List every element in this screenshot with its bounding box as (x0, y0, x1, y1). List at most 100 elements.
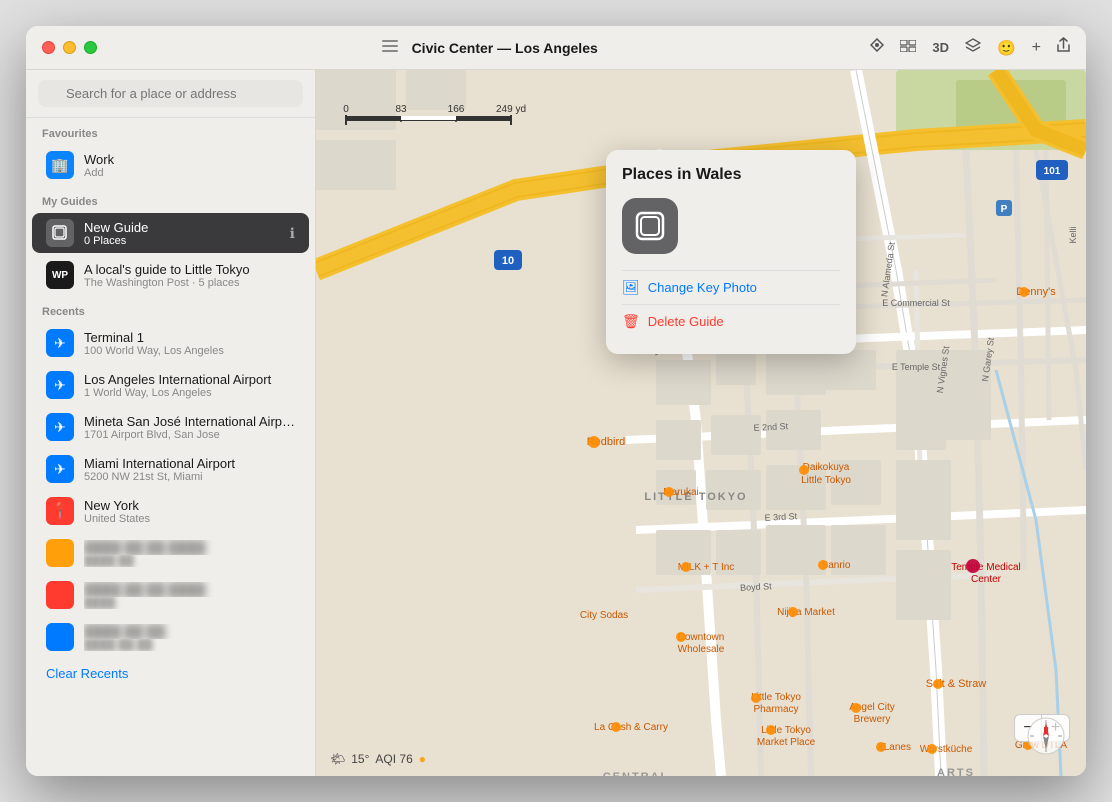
toolbar-actions: 3D 🙂 + (870, 37, 1070, 58)
svg-text:Daikokuya: Daikokuya (803, 462, 850, 473)
svg-text:E Commercial St: E Commercial St (882, 298, 950, 308)
sidebar-item-blurred-3[interactable]: ████ ██ ██ ████ ██ ██ (32, 617, 309, 657)
svg-text:La Cash & Carry: La Cash & Carry (594, 722, 668, 733)
sidebar-item-sjc[interactable]: ✈ Mineta San José International Airp… 17… (32, 407, 309, 447)
maximize-button[interactable] (84, 41, 97, 54)
sidebar-item-mia[interactable]: ✈ Miami International Airport 5200 NW 21… (32, 449, 309, 489)
svg-text:Brewery: Brewery (854, 714, 891, 725)
sidebar-item-blurred-1[interactable]: ████ ██ ██ ████ ████ ██ (32, 533, 309, 573)
sidebar-item-blurred-2[interactable]: ████ ██ ██ ████ ████ (32, 575, 309, 615)
sidebar-item-terminal1[interactable]: ✈ Terminal 1 100 World Way, Los Angeles (32, 323, 309, 363)
lax-title: Los Angeles International Airport (84, 372, 295, 387)
sidebar-toggle-icon[interactable] (382, 39, 398, 57)
map-view-button[interactable] (900, 39, 916, 57)
svg-text:Kelli: Kelli (1068, 226, 1078, 243)
svg-text:Temple Medical: Temple Medical (951, 562, 1020, 573)
lax-text: Los Angeles International Airport 1 Worl… (84, 372, 295, 399)
weather-bar: 🌤 15° AQI 76 ● (330, 752, 426, 766)
places-popup: Places in Wales 🖼 Change Key Photo 🗑 (606, 150, 856, 354)
app-window: Civic Center — Los Angeles 3D 🙂 + (26, 26, 1086, 776)
newyork-text: New York United States (84, 498, 295, 525)
recents-label: Recents (26, 296, 315, 322)
blurred3-title: ████ ██ ██ (84, 624, 295, 639)
sjc-title: Mineta San José International Airp… (84, 414, 295, 429)
svg-text:83: 83 (395, 104, 407, 115)
blurred2-text: ████ ██ ██ ████ ████ (84, 582, 295, 609)
blurred3-sub: ████ ██ ██ (84, 639, 295, 651)
svg-text:Wholesale: Wholesale (678, 644, 725, 655)
sjc-sub: 1701 Airport Blvd, San Jose (84, 429, 295, 441)
svg-text:CENTRAL: CENTRAL (603, 771, 670, 776)
svg-text:E 2nd St: E 2nd St (753, 421, 788, 433)
work-text: Work Add (84, 152, 295, 179)
sidebar-item-new-guide[interactable]: New Guide 0 Places ℹ (32, 213, 309, 253)
add-button[interactable]: + (1032, 39, 1041, 57)
sjc-text: Mineta San José International Airp… 1701… (84, 414, 295, 441)
my-guides-label: My Guides (26, 186, 315, 212)
svg-text:0: 0 (343, 104, 349, 115)
svg-text:Boyd St: Boyd St (740, 581, 772, 593)
sidebar-item-newyork[interactable]: 📍 New York United States (32, 491, 309, 531)
work-sub: Add (84, 167, 295, 179)
newyork-sub: United States (84, 513, 295, 525)
terminal1-sub: 100 World Way, Los Angeles (84, 345, 295, 357)
mia-sub: 5200 NW 21st St, Miami (84, 471, 295, 483)
washington-post-icon: WP (46, 261, 74, 289)
blurred3-icon (46, 623, 74, 651)
svg-text:101: 101 (1044, 166, 1061, 177)
close-button[interactable] (42, 41, 55, 54)
terminal1-title: Terminal 1 (84, 330, 295, 345)
new-guide-icon (46, 219, 74, 247)
svg-text:P: P (1001, 204, 1008, 215)
location-button[interactable] (870, 38, 884, 57)
popup-icon-area (622, 198, 840, 254)
svg-text:Nijiya Market: Nijiya Market (777, 607, 835, 618)
clear-recents-button[interactable]: Clear Recents (26, 658, 315, 689)
svg-text:Pharmacy: Pharmacy (753, 704, 798, 715)
photo-icon: 🖼 (622, 279, 640, 296)
favourites-label: Favourites (26, 118, 315, 144)
emoji-button[interactable]: 🙂 (997, 39, 1016, 57)
sidebar-item-little-tokyo[interactable]: WP A local's guide to Little Tokyo The W… (32, 255, 309, 295)
delete-guide-button[interactable]: 🗑 Delete Guide (622, 304, 840, 338)
new-guide-title: New Guide (84, 220, 280, 235)
new-guide-text: New Guide 0 Places (84, 220, 280, 247)
window-title: Civic Center — Los Angeles (412, 40, 598, 56)
share-button[interactable] (1057, 37, 1070, 58)
popup-guide-icon (622, 198, 678, 254)
change-key-photo-label: Change Key Photo (648, 280, 757, 295)
search-bar: 🔍 (26, 70, 315, 118)
svg-text:249 yd: 249 yd (496, 104, 526, 115)
search-input[interactable] (38, 80, 303, 107)
layers-button[interactable] (965, 38, 981, 57)
sidebar-item-lax[interactable]: ✈ Los Angeles International Airport 1 Wo… (32, 365, 309, 405)
compass: N (1026, 716, 1066, 756)
little-tokyo-text: A local's guide to Little Tokyo The Wash… (84, 262, 295, 289)
3d-button[interactable]: 3D (932, 40, 949, 55)
new-guide-info: ℹ (290, 225, 295, 242)
svg-text:ARTS: ARTS (937, 767, 975, 776)
minimize-button[interactable] (63, 41, 76, 54)
blurred1-sub: ████ ██ (84, 555, 295, 567)
delete-guide-label: Delete Guide (648, 314, 724, 329)
terminal1-icon: ✈ (46, 329, 74, 357)
svg-text:E Temple St: E Temple St (892, 362, 941, 372)
blurred1-title: ████ ██ ██ ████ (84, 540, 295, 555)
traffic-lights (42, 41, 97, 54)
svg-text:10: 10 (502, 255, 514, 267)
temperature: 15° (351, 752, 369, 766)
little-tokyo-sub: The Washington Post · 5 places (84, 277, 295, 289)
svg-text:N: N (1043, 727, 1048, 734)
newyork-title: New York (84, 498, 295, 513)
lax-icon: ✈ (46, 371, 74, 399)
mia-text: Miami International Airport 5200 NW 21st… (84, 456, 295, 483)
blurred2-title: ████ ██ ██ ████ (84, 582, 295, 597)
work-title: Work (84, 152, 295, 167)
terminal1-text: Terminal 1 100 World Way, Los Angeles (84, 330, 295, 357)
change-key-photo-button[interactable]: 🖼 Change Key Photo (622, 270, 840, 304)
map-area[interactable]: 10 101 P LITTLE TOKYO Redbird Marukai (316, 70, 1086, 776)
blurred2-sub: ████ (84, 597, 295, 609)
sidebar-item-work[interactable]: 🏢 Work Add (32, 145, 309, 185)
mia-title: Miami International Airport (84, 456, 295, 471)
blurred2-icon (46, 581, 74, 609)
